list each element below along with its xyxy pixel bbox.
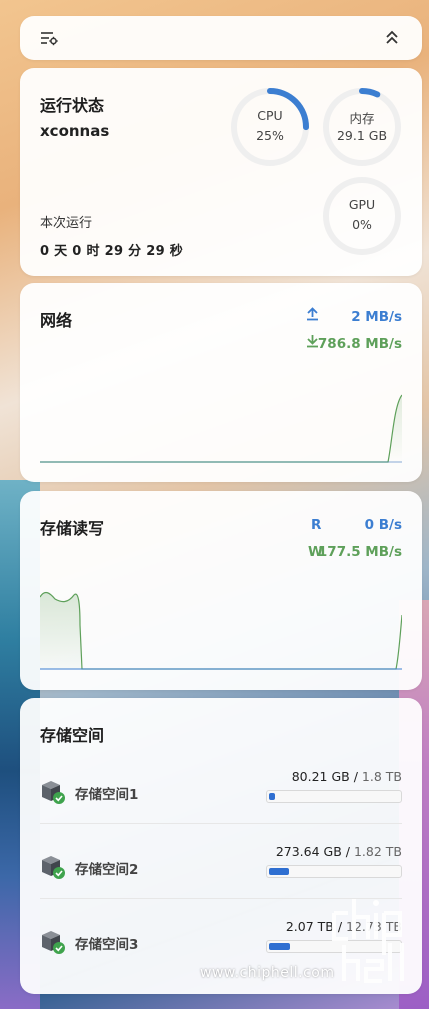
memory-gauge: 内存 29.1 GB (321, 86, 403, 168)
uptime-label: 本次运行 (40, 216, 93, 231)
storage-pool-healthy-icon (40, 779, 66, 805)
download-rate: 786.8 MB/s (317, 336, 402, 352)
widget-toolbar (20, 16, 422, 60)
storage-pool-progress-bar (266, 790, 402, 803)
storage-pool-usage: 80.21 GB / 1.8 TB (291, 769, 402, 784)
storage-pool-used: 80.21 GB (291, 769, 350, 784)
storage-pool-usage: 273.64 GB / 1.82 TB (275, 844, 402, 859)
network-title: 网络 (40, 311, 73, 330)
read-rate: 0 B/s (364, 517, 402, 533)
collapse-chevron-up-icon[interactable] (384, 29, 400, 47)
storage-pool-used: 273.64 GB (275, 844, 342, 859)
watermark-url: www.chiphell.com (200, 965, 335, 981)
disk-io-card: 存储读写 R 0 B/s W 177.5 MB/s (20, 491, 422, 690)
divider (40, 823, 402, 824)
storage-pool-healthy-icon (40, 929, 66, 955)
download-area (390, 395, 402, 462)
widget-settings-icon[interactable] (40, 30, 58, 46)
gpu-gauge: GPU 0% (321, 175, 403, 257)
cpu-gauge: CPU 25% (229, 86, 311, 168)
upload-arrow-icon (306, 307, 319, 325)
storage-pool-name: 存储空间1 (75, 787, 139, 803)
write-line (40, 591, 402, 670)
storage-pool-name: 存储空间2 (75, 862, 139, 878)
storage-pool-1[interactable]: 存储空间1 80.21 GB / 1.8 TB (40, 769, 402, 829)
disk-io-title: 存储读写 (40, 519, 105, 538)
storage-pool-healthy-icon (40, 854, 66, 880)
storage-pool-progress-fill (269, 793, 275, 800)
network-chart (40, 394, 402, 463)
write-rate: 177.5 MB/s (317, 544, 402, 560)
storage-title: 存储空间 (40, 726, 105, 745)
gpu-gauge-value: 0% (352, 217, 372, 232)
storage-pool-progress-fill (269, 868, 289, 875)
chiphell-watermark-logo (332, 899, 404, 983)
write-area (40, 592, 82, 669)
storage-pool-progress-fill (269, 943, 290, 950)
memory-gauge-label: 内存 (349, 111, 375, 126)
cpu-gauge-label: CPU (257, 108, 283, 123)
system-status-card: 运行状态 xconnas 本次运行 0 天 0 时 29 分 29 秒 CPU … (20, 68, 422, 276)
download-line (40, 394, 402, 463)
storage-pool-name: 存储空间3 (75, 937, 139, 953)
storage-pool-total: 1.8 TB (361, 769, 402, 784)
upload-rate: 2 MB/s (351, 309, 402, 325)
status-title: 运行状态 (40, 96, 105, 115)
cpu-gauge-value: 25% (256, 128, 284, 143)
disk-io-chart (40, 591, 402, 670)
hostname: xconnas (40, 122, 110, 140)
storage-pool-total: 1.82 TB (353, 844, 402, 859)
network-card: 网络 2 MB/s 786.8 MB/s (20, 283, 422, 482)
storage-pool-progress-bar (266, 865, 402, 878)
uptime-value: 0 天 0 时 29 分 29 秒 (40, 244, 184, 259)
read-label: R (311, 517, 322, 533)
gpu-gauge-label: GPU (348, 197, 376, 212)
memory-gauge-value: 29.1 GB (336, 128, 388, 143)
storage-pool-used: 2.07 TB (285, 919, 334, 934)
